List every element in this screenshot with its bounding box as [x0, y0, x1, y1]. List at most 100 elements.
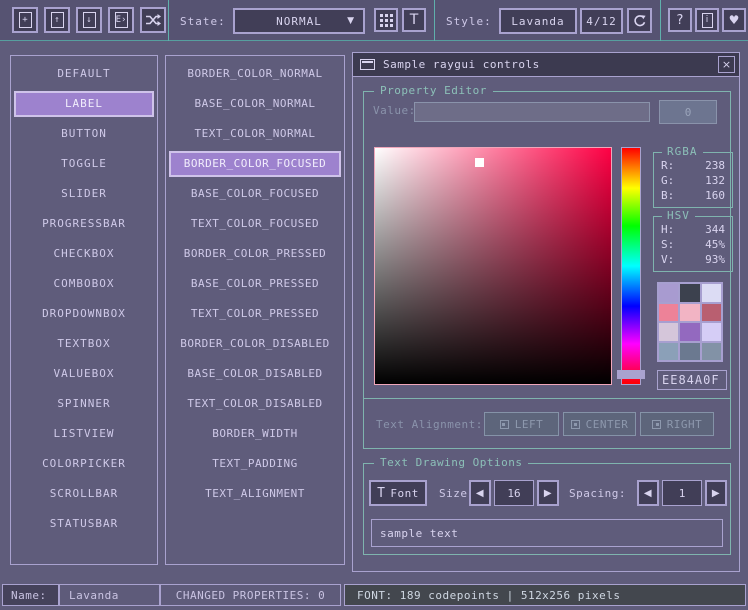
property-item-base_color_disabled[interactable]: BASE_COLOR_DISABLED	[169, 359, 341, 389]
randomize-style-button[interactable]	[140, 7, 166, 33]
chevron-right-icon: ▶	[544, 488, 552, 499]
open-style-button[interactable]: ↑	[44, 7, 70, 33]
color-swatch[interactable]	[702, 323, 721, 341]
export-style-button[interactable]: E›	[108, 7, 134, 33]
control-item-combobox[interactable]: COMBOBOX	[14, 269, 154, 299]
file-open-icon: ↑	[51, 12, 64, 28]
property-item-border_color_pressed[interactable]: BORDER_COLOR_PRESSED	[169, 239, 341, 269]
color-swatch[interactable]	[702, 304, 721, 322]
property-item-text_padding[interactable]: TEXT_PADDING	[169, 449, 341, 479]
spacing-decrease-button[interactable]: ◀	[637, 480, 659, 506]
color-swatch[interactable]	[702, 343, 721, 361]
style-index-value: 4/12	[586, 15, 617, 28]
properties-list-panel: BORDER_COLOR_NORMALBASE_COLOR_NORMALTEXT…	[165, 55, 345, 565]
style-label: Style:	[446, 15, 492, 28]
property-item-text_color_disabled[interactable]: TEXT_COLOR_DISABLED	[169, 389, 341, 419]
color-swatch[interactable]	[680, 343, 699, 361]
color-swatch[interactable]	[659, 323, 678, 341]
value-box[interactable]: 0	[659, 100, 717, 124]
color-swatch[interactable]	[659, 304, 678, 322]
sponsor-button[interactable]: ♥	[722, 8, 746, 32]
close-icon[interactable]: ×	[718, 56, 735, 73]
text-tool-icon: T	[410, 12, 419, 28]
save-style-button[interactable]: ↓	[76, 7, 102, 33]
control-item-textbox[interactable]: TEXTBOX	[14, 329, 154, 359]
control-item-dropdownbox[interactable]: DROPDOWNBOX	[14, 299, 154, 329]
control-item-scrollbar[interactable]: SCROLLBAR	[14, 479, 154, 509]
color-swatch[interactable]	[680, 284, 699, 302]
property-item-border_color_normal[interactable]: BORDER_COLOR_NORMAL	[169, 59, 341, 89]
spacing-increase-button[interactable]: ▶	[705, 480, 727, 506]
rgba-group: RGBA R:238G:132B:160	[653, 152, 733, 208]
controls-list-panel: DEFAULTLABELBUTTONTOGGLESLIDERPROGRESSBA…	[10, 55, 158, 565]
load-font-button[interactable]: T Font	[369, 480, 427, 506]
control-item-slider[interactable]: SLIDER	[14, 179, 154, 209]
align-right-icon	[652, 420, 661, 429]
control-item-progressbar[interactable]: PROGRESSBAR	[14, 209, 154, 239]
value-box-text: 0	[685, 106, 692, 119]
property-item-base_color_normal[interactable]: BASE_COLOR_NORMAL	[169, 89, 341, 119]
align-left-button[interactable]: LEFT	[484, 412, 559, 436]
help-button[interactable]: ?	[668, 8, 692, 32]
chevron-down-icon: ▼	[347, 16, 355, 26]
name-status-value[interactable]: Lavanda	[59, 584, 160, 606]
sample-text-input[interactable]: sample text	[371, 519, 723, 547]
rguistyler-app: { "colors": { "selection_bg": "#9d82ce",…	[0, 0, 748, 610]
file-new-icon: +	[19, 12, 32, 28]
color-swatch[interactable]	[702, 284, 721, 302]
spacing-value-box[interactable]: 1	[662, 480, 702, 506]
style-name-box[interactable]: Lavanda	[499, 8, 577, 34]
style-index-box: 4/12	[580, 8, 623, 34]
rgba-b-row: B:160	[654, 188, 732, 203]
state-dropdown-value: NORMAL	[276, 15, 322, 28]
hue-slider-handle[interactable]	[617, 370, 645, 379]
control-item-toggle[interactable]: TOGGLE	[14, 149, 154, 179]
property-item-text_alignment[interactable]: TEXT_ALIGNMENT	[169, 479, 341, 509]
property-item-base_color_focused[interactable]: BASE_COLOR_FOCUSED	[169, 179, 341, 209]
color-picker-cursor[interactable]	[475, 158, 484, 167]
color-swatch[interactable]	[659, 343, 678, 361]
reload-style-button[interactable]	[627, 8, 652, 33]
align-center-button[interactable]: CENTER	[563, 412, 636, 436]
color-swatch[interactable]	[680, 304, 699, 322]
property-item-border_color_disabled[interactable]: BORDER_COLOR_DISABLED	[169, 329, 341, 359]
hex-color-input[interactable]: EE84A0F	[657, 370, 727, 390]
hue-bar[interactable]	[621, 147, 641, 385]
window-titlebar[interactable]: Sample raygui controls ×	[353, 53, 739, 77]
size-value-box[interactable]: 16	[494, 480, 534, 506]
font-info-text: FONT: 189 codepoints | 512x256 pixels	[357, 589, 621, 602]
changed-properties-status: CHANGED PROPERTIES: 0	[160, 584, 341, 606]
control-item-listview[interactable]: LISTVIEW	[14, 419, 154, 449]
hex-color-value: EE84A0F	[662, 373, 720, 387]
color-swatch[interactable]	[659, 284, 678, 302]
hsv-s-row: S:45%	[654, 237, 732, 252]
state-dropdown[interactable]: NORMAL ▼	[233, 8, 365, 34]
size-increase-button[interactable]: ▶	[537, 480, 559, 506]
window-icon	[360, 59, 375, 70]
value-slider[interactable]	[414, 102, 650, 122]
property-item-base_color_pressed[interactable]: BASE_COLOR_PRESSED	[169, 269, 341, 299]
property-item-text_color_pressed[interactable]: TEXT_COLOR_PRESSED	[169, 299, 341, 329]
control-item-label[interactable]: LABEL	[14, 91, 154, 117]
control-item-statusbar[interactable]: STATUSBAR	[14, 509, 154, 539]
separator-line	[363, 398, 731, 399]
size-decrease-button[interactable]: ◀	[469, 480, 491, 506]
icons-panel-button[interactable]	[374, 8, 398, 32]
reload-icon	[633, 14, 647, 28]
control-item-valuebox[interactable]: VALUEBOX	[14, 359, 154, 389]
property-item-border_width[interactable]: BORDER_WIDTH	[169, 419, 341, 449]
align-right-button[interactable]: RIGHT	[640, 412, 714, 436]
control-item-default[interactable]: DEFAULT	[14, 59, 154, 89]
property-item-text_color_normal[interactable]: TEXT_COLOR_NORMAL	[169, 119, 341, 149]
control-item-button[interactable]: BUTTON	[14, 119, 154, 149]
control-item-checkbox[interactable]: CHECKBOX	[14, 239, 154, 269]
property-item-text_color_focused[interactable]: TEXT_COLOR_FOCUSED	[169, 209, 341, 239]
font-panel-button[interactable]: T	[402, 8, 426, 32]
control-item-spinner[interactable]: SPINNER	[14, 389, 154, 419]
color-swatch[interactable]	[680, 323, 699, 341]
about-button[interactable]: i	[695, 8, 719, 32]
new-style-button[interactable]: +	[12, 7, 38, 33]
color-picker-panel[interactable]	[374, 147, 612, 385]
control-item-colorpicker[interactable]: COLORPICKER	[14, 449, 154, 479]
property-item-border_color_focused[interactable]: BORDER_COLOR_FOCUSED	[169, 151, 341, 177]
